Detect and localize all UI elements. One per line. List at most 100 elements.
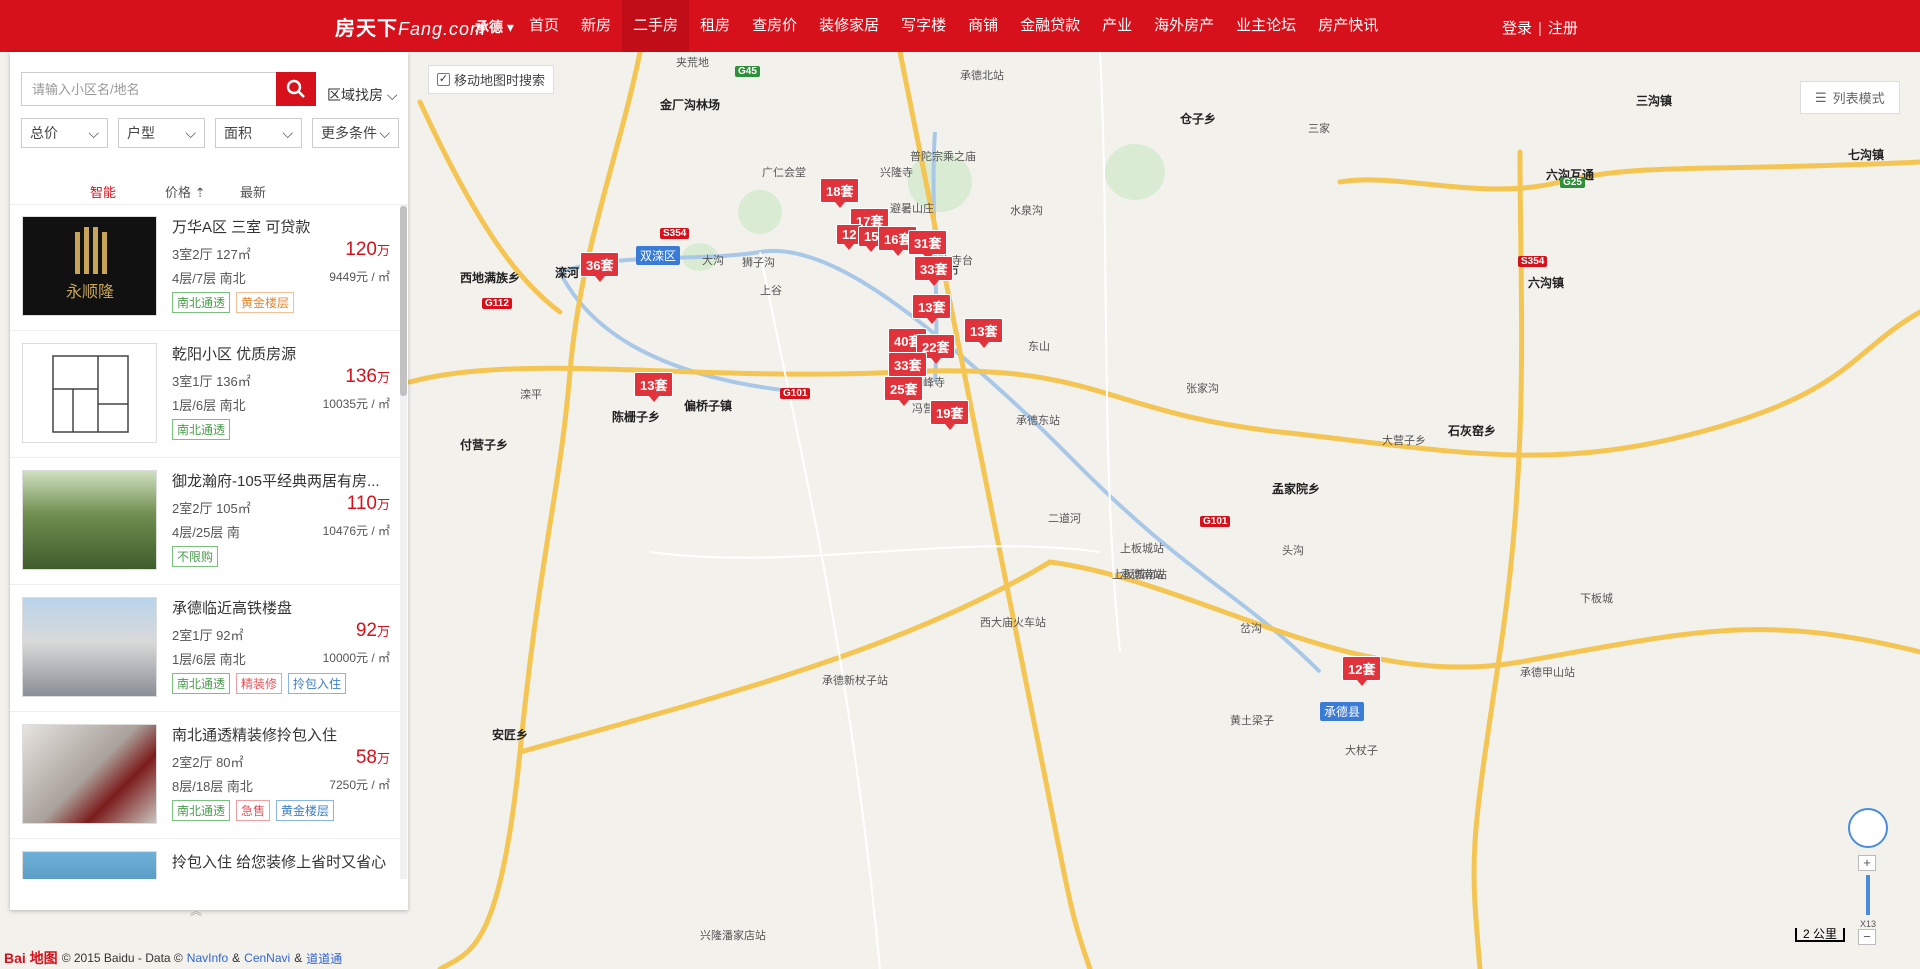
place-label: 水泉沟: [1010, 205, 1043, 217]
nav-decoration[interactable]: 装修家居: [808, 0, 890, 52]
chevron-down-icon: ⌵: [282, 124, 293, 141]
listing-scrollbar[interactable]: [400, 204, 407, 879]
register-link[interactable]: 注册: [1548, 20, 1578, 37]
listing-list: 永顺隆 万华A区 三室 可贷款 3室2厅 127㎡ 4层/7层 南北 120万 …: [10, 204, 408, 879]
search-button[interactable]: [276, 72, 316, 106]
place-label: 孟家院乡: [1272, 482, 1321, 496]
sort-tab-latest[interactable]: 最新: [240, 182, 266, 201]
floorplan-image: [52, 355, 129, 433]
listing-item[interactable]: 拎包入住 给您装修上省时又省心: [10, 839, 400, 879]
map-pan-control[interactable]: [1848, 808, 1888, 848]
nav-shop[interactable]: 商铺: [957, 0, 1009, 52]
attribution-link[interactable]: NavInfo: [187, 951, 228, 965]
attribution-link[interactable]: CenNavi: [244, 951, 290, 965]
listing-thumbnail: [22, 597, 157, 697]
login-link[interactable]: 登录: [1502, 20, 1532, 37]
move-map-search-toggle[interactable]: ✓ 移动地图时搜索: [428, 65, 555, 94]
sort-tab-smart[interactable]: 智能: [90, 182, 116, 201]
listing-item[interactable]: 永顺隆 万华A区 三室 可贷款 3室2厅 127㎡ 4层/7层 南北 120万 …: [10, 204, 400, 331]
listing-item[interactable]: 御龙瀚府-105平经典两居有房... 2室2厅 105㎡ 4层/25层 南 11…: [10, 458, 400, 585]
place-label: 上板城南站: [1112, 569, 1167, 581]
listing-cluster-marker[interactable]: 13套: [964, 318, 1004, 348]
road-sign: G101: [780, 388, 811, 399]
listing-cluster-marker[interactable]: 19套: [930, 400, 970, 430]
price-unit: 万: [376, 497, 390, 512]
listing-tag: 不限购: [172, 546, 219, 567]
listing-item[interactable]: 南北通透精装修拎包入住 2室2厅 80㎡ 8层/18层 南北 58万 7250元…: [10, 712, 400, 839]
listing-cluster-marker[interactable]: 25套: [884, 376, 924, 406]
listing-item[interactable]: 承德临近高铁楼盘 2室1厅 92㎡ 1层/6层 南北 92万 10000元 / …: [10, 585, 400, 712]
nav-rent[interactable]: 租房: [689, 0, 741, 52]
listing-price: 110万: [347, 493, 390, 515]
listing-tag: 黄金楼层: [236, 292, 295, 313]
listing-cluster-marker[interactable]: 13套: [912, 294, 952, 324]
list-icon: ☰: [1815, 89, 1827, 105]
nav-news[interactable]: 房产快讯: [1307, 0, 1389, 52]
listing-cluster-marker[interactable]: 36套: [580, 252, 620, 282]
place-label: 安匠乡: [492, 728, 529, 742]
listing-cluster-marker[interactable]: 13套: [634, 372, 674, 402]
place-label: 七沟镇: [1848, 148, 1885, 162]
place-label: 滦平: [520, 389, 542, 401]
zoom-in-button[interactable]: +: [1858, 855, 1876, 871]
list-mode-button[interactable]: ☰ 列表模式: [1800, 81, 1900, 114]
separator: &: [294, 951, 303, 965]
baidu-map-logo[interactable]: Bai 地图: [4, 948, 58, 968]
area-find-dropdown[interactable]: 区域找房 ⌵: [327, 85, 398, 105]
checkbox-checked-icon[interactable]: ✓: [437, 73, 450, 86]
listing-item[interactable]: 乾阳小区 优质房源 3室1厅 136㎡ 1层/6层 南北 136万 10035元…: [10, 331, 400, 458]
nav-overseas[interactable]: 海外房产: [1143, 0, 1225, 52]
price-unit: 万: [376, 624, 390, 639]
listing-unit-price: 10476元 / ㎡: [322, 524, 390, 538]
listing-title[interactable]: 拎包入住 给您装修上省时又省心: [172, 851, 387, 872]
listing-title[interactable]: 南北通透精装修拎包入住: [172, 724, 387, 745]
listing-cluster-marker[interactable]: 12套: [1342, 656, 1382, 686]
nav-industry[interactable]: 产业: [1091, 0, 1143, 52]
nav-second-hand[interactable]: 二手房: [622, 0, 690, 52]
listing-tag: 拎包入住: [288, 673, 347, 694]
listing-tags: 南北通透: [172, 419, 231, 440]
area-find-label: 区域找房: [327, 87, 383, 103]
zoom-slider[interactable]: [1866, 875, 1870, 915]
nav-forum[interactable]: 业主论坛: [1225, 0, 1307, 52]
listing-title[interactable]: 乾阳小区 优质房源: [172, 343, 387, 364]
place-label: 三家: [1308, 123, 1330, 135]
place-label: 下板城: [1580, 593, 1613, 605]
listing-title[interactable]: 万华A区 三室 可贷款: [172, 216, 387, 237]
sort-tab-price[interactable]: 价格 ⇡: [165, 182, 206, 201]
price-value: 92: [355, 620, 377, 641]
search-input[interactable]: [21, 72, 276, 106]
place-label: 承德东站: [1016, 415, 1060, 427]
zoom-level-label: X13: [1859, 919, 1876, 929]
place-label: 付营子乡: [460, 438, 509, 452]
nav-price[interactable]: 查房价: [741, 0, 808, 52]
nav-office[interactable]: 写字楼: [890, 0, 957, 52]
listing-title[interactable]: 承德临近高铁楼盘: [172, 597, 387, 618]
brand-logo-image: 永顺隆: [66, 227, 114, 301]
listing-thumbnail: [22, 851, 157, 879]
city-selector[interactable]: 承德 ▾: [475, 17, 514, 37]
filter-more[interactable]: 更多条件 ⌵: [312, 118, 399, 148]
site-logo[interactable]: 房天下Fang.com: [335, 12, 486, 41]
listing-floor: 1层/6层 南北: [172, 398, 246, 413]
scrollbar-thumb[interactable]: [400, 206, 407, 396]
filter-layout[interactable]: 户型 ⌵: [118, 118, 205, 148]
listing-cluster-marker[interactable]: 31套: [908, 230, 948, 260]
nav-new-house[interactable]: 新房: [570, 0, 622, 52]
zoom-out-button[interactable]: −: [1858, 929, 1876, 945]
listing-cluster-marker[interactable]: 18套: [820, 178, 860, 208]
separator: &: [232, 951, 241, 965]
filter-total-price[interactable]: 总价 ⌵: [21, 118, 108, 148]
collapse-panel-button[interactable]: ︽: [190, 902, 202, 919]
listing-cluster-marker[interactable]: 33套: [914, 256, 954, 286]
nav-finance[interactable]: 金融贷款: [1009, 0, 1091, 52]
listing-cluster-marker[interactable]: 33套: [888, 352, 928, 382]
listing-title[interactable]: 御龙瀚府-105平经典两居有房...: [172, 470, 387, 491]
attribution-link[interactable]: 道道通: [306, 950, 342, 967]
place-label: 西地满族乡: [460, 271, 521, 285]
price-unit: 万: [376, 370, 390, 385]
filter-area[interactable]: 面积 ⌵: [215, 118, 302, 148]
filter-row: 总价 ⌵ 户型 ⌵ 面积 ⌵ 更多条件 ⌵: [21, 118, 399, 148]
listing-unit-price: 7250元 / ㎡: [329, 778, 390, 792]
nav-home[interactable]: 首页: [518, 0, 570, 52]
